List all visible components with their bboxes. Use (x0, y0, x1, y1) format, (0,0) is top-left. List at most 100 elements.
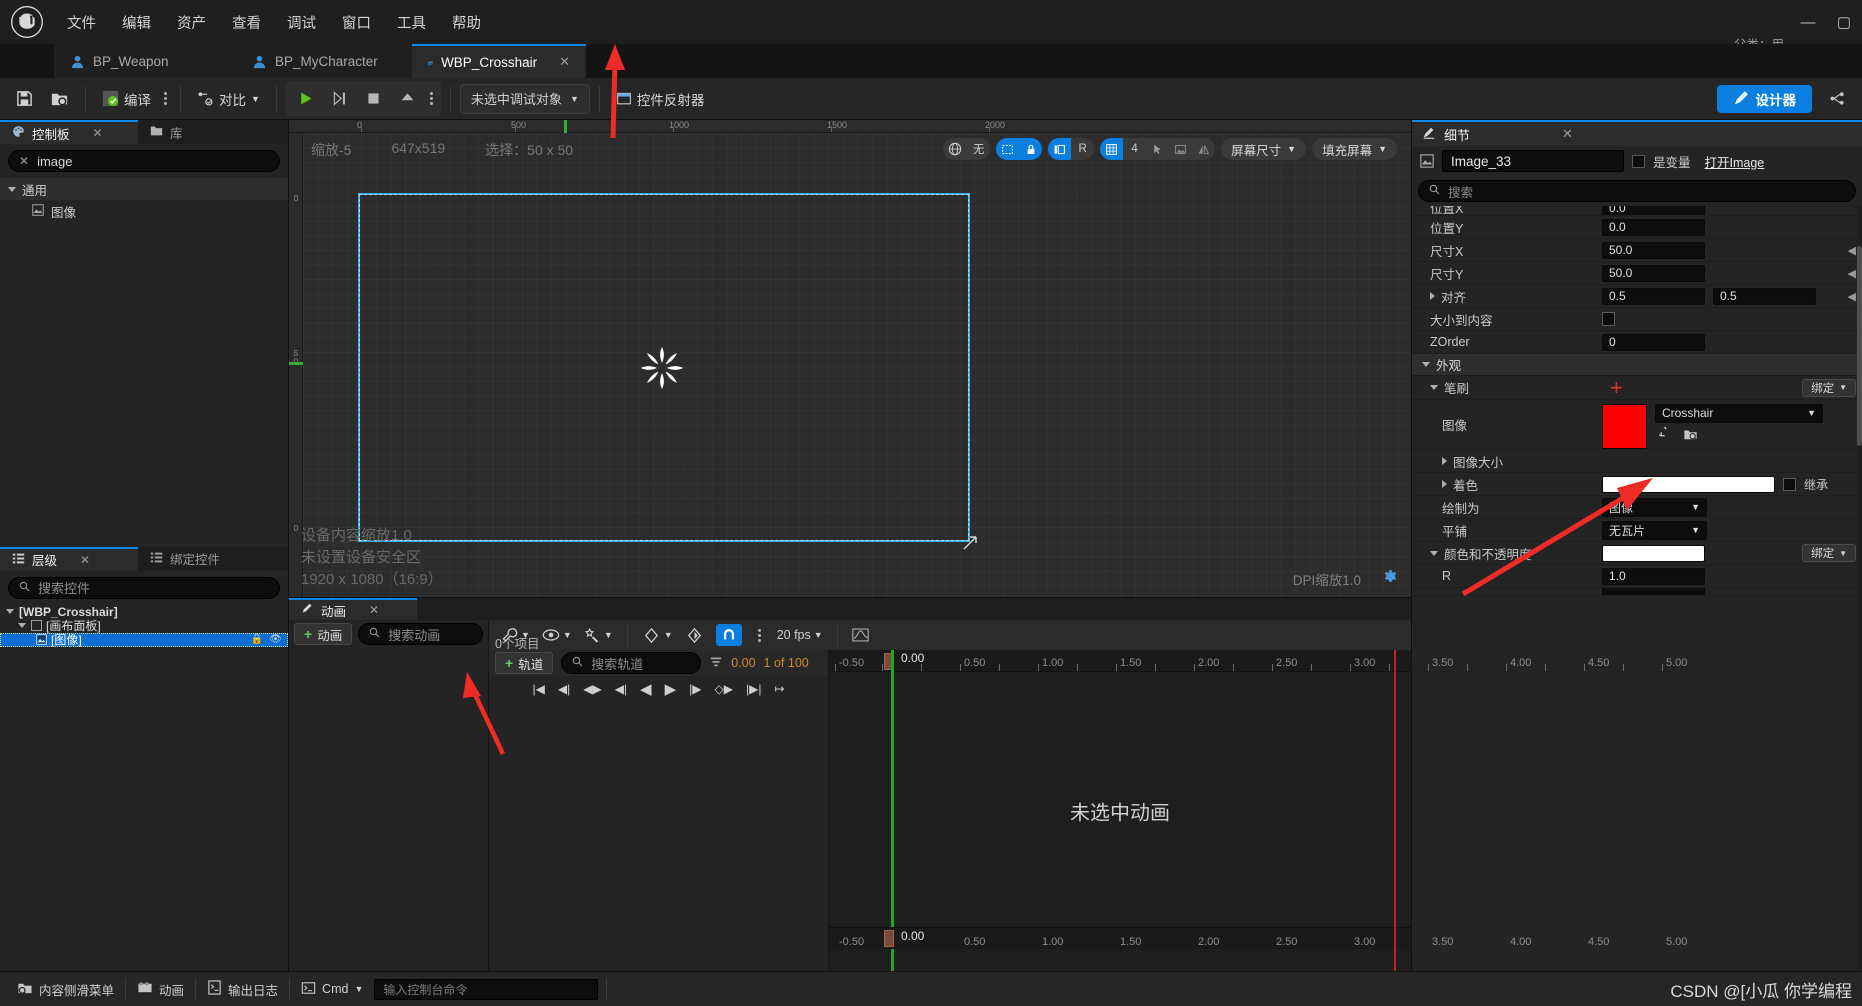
playhead-handle-bottom[interactable] (884, 930, 894, 947)
mirror-icon[interactable] (1192, 138, 1215, 160)
timeline-pane[interactable]: -0.50 0.50 1.00 1.50 2.00 2.50 3.00 3.50… (829, 650, 1687, 971)
browse-to-asset-icon[interactable] (1683, 427, 1698, 444)
designer-viewport[interactable]: 0 500 1000 1500 2000 0 5 0 0 (289, 120, 1411, 597)
zorder-input[interactable]: 0 (1602, 333, 1705, 351)
chevron-right-icon[interactable] (1442, 480, 1447, 488)
chevron-down-icon[interactable] (1430, 385, 1438, 390)
crosshair-widget[interactable] (637, 343, 687, 393)
fps-dropdown[interactable]: 20 fps ▼ (777, 628, 823, 642)
property-row-draw-as[interactable]: 绘制为 图像 ▼ (1412, 496, 1862, 519)
debug-object-dropdown[interactable]: 未选中调试对象 ▼ (459, 83, 590, 114)
tree-row-wbp-crosshair[interactable]: [WBP_Crosshair] (0, 605, 288, 619)
tab-animations[interactable]: 动画 ✕ (289, 598, 417, 620)
jump-start-icon[interactable]: |◀ (533, 682, 545, 696)
play-icon[interactable]: ▶ (665, 680, 677, 698)
alignment-y-input[interactable]: 0.5 (1713, 287, 1816, 305)
tree-row-image[interactable]: [图像] 🔒 👁 (0, 632, 288, 647)
menu-item-asset[interactable]: 资产 (164, 8, 219, 37)
section-appearance[interactable]: 外观 (1412, 354, 1862, 376)
play-reverse-icon[interactable]: ◀ (640, 680, 652, 698)
designer-mode-button[interactable]: 设计器 (1716, 84, 1812, 113)
details-search-input[interactable]: 搜索 (1418, 180, 1856, 202)
loop-icon[interactable]: ◀▶ (583, 682, 601, 696)
stop-button[interactable] (358, 83, 390, 115)
reset-arrow-icon[interactable]: ◀ (1848, 244, 1856, 257)
size-to-content-checkbox[interactable] (1602, 312, 1615, 326)
menu-item-debug[interactable]: 调试 (274, 8, 329, 37)
jump-end-icon[interactable]: |▶| (746, 682, 761, 696)
browse-asset-button[interactable] (43, 83, 76, 115)
close-icon[interactable]: ✕ (1562, 126, 1573, 142)
lock-icon[interactable] (1019, 138, 1043, 160)
minimize-button[interactable]: — (1790, 0, 1826, 44)
current-time-value[interactable]: 0.00 (731, 656, 755, 670)
size-x-input[interactable]: 50.0 (1602, 241, 1705, 259)
menu-item-window[interactable]: 窗口 (329, 8, 384, 37)
tint-inherit-checkbox[interactable] (1783, 477, 1796, 491)
reset-arrow-icon[interactable]: ◀ (1848, 290, 1856, 303)
tab-bound-widgets[interactable]: 绑定控件 (138, 546, 258, 571)
menu-item-help[interactable]: 帮助 (439, 8, 494, 37)
clear-icon[interactable]: ✕ (19, 154, 29, 168)
output-log-button[interactable]: 输出日志 (196, 976, 289, 1002)
reset-arrow-icon[interactable]: ◀ (1848, 267, 1856, 280)
tab-palette[interactable]: 控制板 ✕ (0, 120, 138, 144)
resize-handle[interactable] (963, 536, 977, 550)
close-icon[interactable]: ✕ (93, 126, 103, 140)
hierarchy-search-input[interactable]: 搜索控件 (8, 576, 280, 599)
asset-tab-bp-weapon[interactable]: BP_Weapon (54, 44, 236, 78)
property-row-size-x[interactable]: 尺寸X 50.0 ◀ (1412, 239, 1862, 262)
property-row-r[interactable]: R 1.0 (1412, 565, 1862, 588)
eject-button[interactable] (392, 83, 424, 115)
chevron-down-icon[interactable] (1422, 362, 1430, 367)
step-back-icon[interactable]: ◀| (615, 682, 627, 696)
tiling-dropdown[interactable]: 无瓦片 ▼ (1602, 520, 1707, 540)
palette-category-common[interactable]: 通用 (0, 178, 288, 200)
animation-drawer-button[interactable]: 动画 (126, 976, 195, 1002)
close-icon[interactable]: ✕ (369, 603, 379, 617)
animation-search-input[interactable]: 搜索动画 (358, 623, 483, 645)
alignment-x-input[interactable]: 0.5 (1602, 287, 1705, 305)
track-search-input[interactable]: 搜索轨道 (561, 652, 702, 674)
cmd-selector[interactable]: Cmd ▼ (290, 976, 374, 1002)
image-asset-dropdown[interactable]: Crosshair ▼ (1655, 403, 1823, 423)
play-button[interactable] (290, 83, 322, 115)
compile-options-button[interactable] (160, 92, 171, 105)
screen-size-dropdown[interactable]: 屏幕尺寸 ▼ (1221, 138, 1307, 160)
cursor-icon[interactable] (1146, 138, 1169, 160)
property-row-image-size[interactable]: 图像大小 (1412, 450, 1862, 473)
position-y-input[interactable]: 0.0 (1602, 218, 1705, 236)
close-icon[interactable]: ✕ (559, 54, 570, 70)
eye-icon[interactable]: ▼ (542, 628, 572, 642)
open-image-link[interactable]: 打开Image (1705, 152, 1765, 171)
chevron-down-icon[interactable] (1430, 550, 1438, 556)
tree-row-canvas-panel[interactable]: [画布面板] (0, 619, 288, 633)
property-row-color-and-opacity[interactable]: 颜色和不透明度 绑定 ▼ (1412, 542, 1862, 565)
curve-icon[interactable] (685, 626, 704, 645)
save-button[interactable] (8, 83, 41, 115)
animation-list[interactable] (289, 648, 488, 971)
property-row-g-clipped[interactable] (1412, 588, 1862, 596)
property-row-zorder[interactable]: ZOrder 0 (1412, 331, 1862, 354)
grid-size-value[interactable]: 4 (1123, 138, 1146, 160)
property-row-tiling[interactable]: 平铺 无瓦片 ▼ (1412, 519, 1862, 542)
tab-hierarchy[interactable]: 层级 ✕ (0, 546, 138, 571)
diff-button[interactable]: 对比 ▼ (190, 83, 267, 115)
details-scroll-thumb[interactable] (1857, 246, 1862, 446)
details-property-list[interactable]: 位置X 0.0 位置Y 0.0 尺寸X 50.0 ◀ 尺寸Y 50.0 ◀ 对齐… (1412, 206, 1862, 971)
size-y-input[interactable]: 50.0 (1602, 264, 1705, 282)
graph-mode-button[interactable] (1822, 83, 1854, 115)
details-scrollbar[interactable] (1857, 206, 1862, 971)
eye-icon[interactable]: 👁 (269, 634, 282, 645)
property-row-alignment[interactable]: 对齐 0.5 0.5 ◀ (1412, 285, 1862, 308)
menu-item-view[interactable]: 查看 (219, 8, 274, 37)
brush-bind-button[interactable]: 绑定 ▼ (1802, 378, 1856, 397)
palette-item-image[interactable]: 图像 (0, 200, 288, 222)
add-animation-button[interactable]: + 动画 (294, 623, 353, 645)
close-icon[interactable]: ✕ (80, 553, 90, 567)
chevron-right-icon[interactable] (1430, 292, 1435, 300)
timeline-ruler-bottom[interactable]: -0.50 0.50 1.00 1.50 2.00 2.50 3.00 3.50… (829, 927, 1687, 949)
tab-library[interactable]: 库 (138, 120, 218, 144)
timeline-ruler-top[interactable]: -0.50 0.50 1.00 1.50 2.00 2.50 3.00 3.50… (829, 650, 1687, 672)
property-row-size-y[interactable]: 尺寸Y 50.0 ◀ (1412, 262, 1862, 285)
